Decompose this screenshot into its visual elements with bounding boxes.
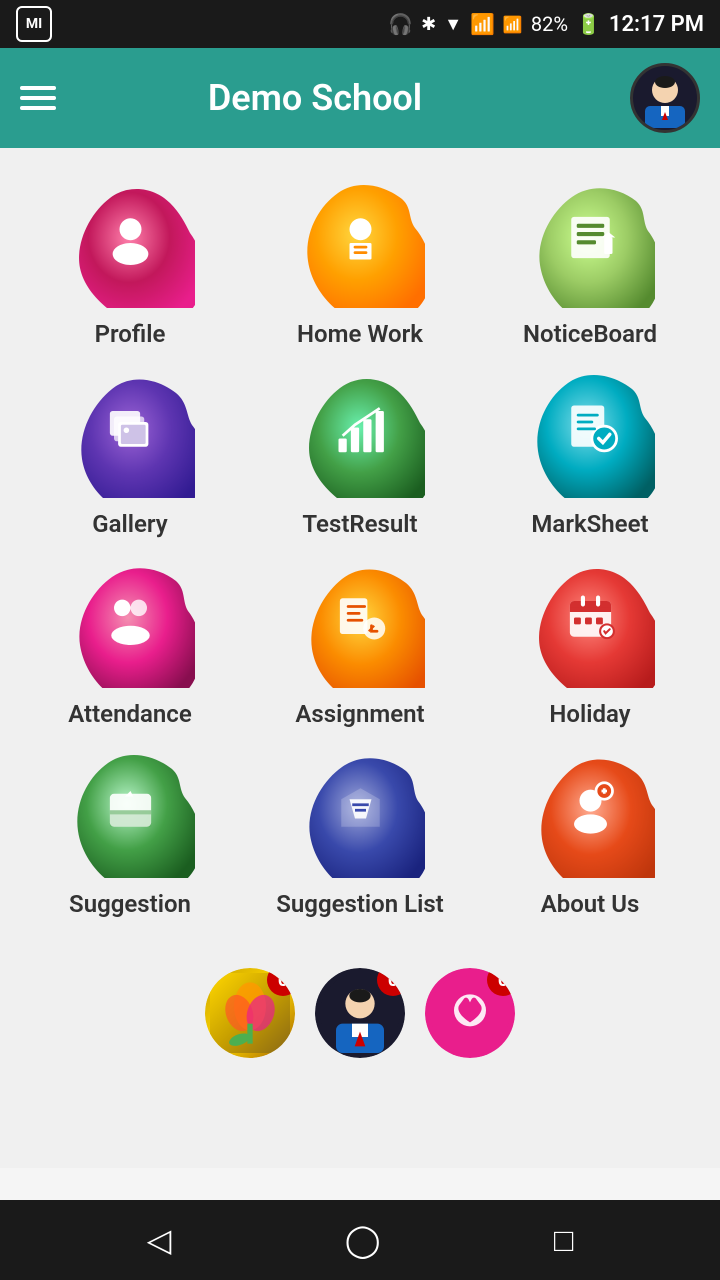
blob-suggestion: [65, 748, 195, 878]
blob-suggestionlist: [295, 748, 425, 878]
menu-label-marksheet: MarkSheet: [531, 510, 648, 538]
nav-back-button[interactable]: ◁: [147, 1221, 172, 1259]
menu-icon-suggestion: [103, 780, 158, 847]
status-time: 12:17 PM: [609, 12, 704, 37]
blob-attendance: [65, 558, 195, 688]
menu-icon-assignment: [333, 590, 388, 657]
battery-icon: 🔋: [576, 12, 601, 36]
mi-logo: MI: [16, 6, 52, 42]
menu-label-holiday: Holiday: [549, 700, 630, 728]
menu-icon-testresult: [333, 400, 388, 467]
menu-grid: Profile Home Work: [0, 148, 720, 948]
menu-icon-homework: [333, 210, 388, 277]
menu-icon-marksheet: [563, 400, 618, 467]
status-bar: MI 🎧 ✱ ▼ 📶 📶 82% 🔋 12:17 PM: [0, 0, 720, 48]
menu-item-gallery[interactable]: Gallery: [35, 368, 225, 538]
menu-item-aboutus[interactable]: About Us: [495, 748, 685, 918]
menu-icon-aboutus: [563, 780, 618, 847]
nav-recent-button[interactable]: □: [554, 1221, 573, 1259]
signal-icon: ▼: [444, 14, 462, 35]
menu-item-assignment[interactable]: Assignment: [265, 558, 455, 728]
avatar-svg: [635, 68, 695, 128]
menu-item-suggestionlist[interactable]: Suggestion List: [265, 748, 455, 918]
fab-avatar[interactable]: 0: [315, 968, 405, 1058]
bottom-nav: ◁ ◯ □: [0, 1200, 720, 1280]
menu-item-homework[interactable]: Home Work: [265, 178, 455, 348]
bluetooth-icon: ✱: [421, 14, 436, 35]
headphone-icon: 🎧: [388, 12, 413, 36]
menu-icon-gallery: [103, 400, 158, 467]
menu-icon-profile: [103, 210, 158, 277]
blob-aboutus: [525, 748, 655, 878]
fab-area: 0 0: [0, 948, 720, 1168]
app-title: Demo School: [0, 77, 630, 119]
menu-icon-suggestionlist: [333, 780, 388, 847]
blob-noticeboard: [525, 178, 655, 308]
nav-home-button[interactable]: ◯: [345, 1221, 381, 1259]
blob-holiday: [525, 558, 655, 688]
user-avatar[interactable]: [630, 63, 700, 133]
fab-pink[interactable]: 0: [425, 968, 515, 1058]
menu-item-holiday[interactable]: Holiday: [495, 558, 685, 728]
status-right: 🎧 ✱ ▼ 📶 📶 82% 🔋 12:17 PM: [388, 12, 704, 37]
blob-homework: [295, 178, 425, 308]
menu-label-attendance: Attendance: [68, 700, 192, 728]
menu-icon-noticeboard: [563, 210, 618, 277]
menu-icon-attendance: [103, 590, 158, 657]
menu-item-attendance[interactable]: Attendance: [35, 558, 225, 728]
blob-marksheet: [525, 368, 655, 498]
blob-profile: [65, 178, 195, 308]
menu-label-homework: Home Work: [297, 320, 423, 348]
lte-icon: 📶: [503, 15, 523, 34]
menu-item-noticeboard[interactable]: NoticeBoard: [495, 178, 685, 348]
app-bar: Demo School: [0, 48, 720, 148]
blob-gallery: [65, 368, 195, 498]
fab-trophy[interactable]: 0: [205, 968, 295, 1058]
menu-label-suggestion: Suggestion: [69, 890, 191, 918]
battery-text: 82%: [531, 12, 568, 36]
blob-testresult: [295, 368, 425, 498]
menu-label-assignment: Assignment: [295, 700, 424, 728]
menu-label-testresult: TestResult: [302, 510, 417, 538]
menu-label-noticeboard: NoticeBoard: [523, 320, 657, 348]
menu-item-profile[interactable]: Profile: [35, 178, 225, 348]
menu-item-testresult[interactable]: TestResult: [265, 368, 455, 538]
menu-label-aboutus: About Us: [541, 890, 640, 918]
menu-icon-holiday: [563, 590, 618, 657]
menu-item-marksheet[interactable]: MarkSheet: [495, 368, 685, 538]
wifi-icon: 📶: [470, 12, 495, 36]
menu-label-suggestionlist: Suggestion List: [276, 890, 443, 918]
menu-label-profile: Profile: [95, 320, 166, 348]
blob-assignment: [295, 558, 425, 688]
menu-item-suggestion[interactable]: Suggestion: [35, 748, 225, 918]
status-left: MI: [16, 6, 52, 42]
menu-label-gallery: Gallery: [92, 510, 167, 538]
